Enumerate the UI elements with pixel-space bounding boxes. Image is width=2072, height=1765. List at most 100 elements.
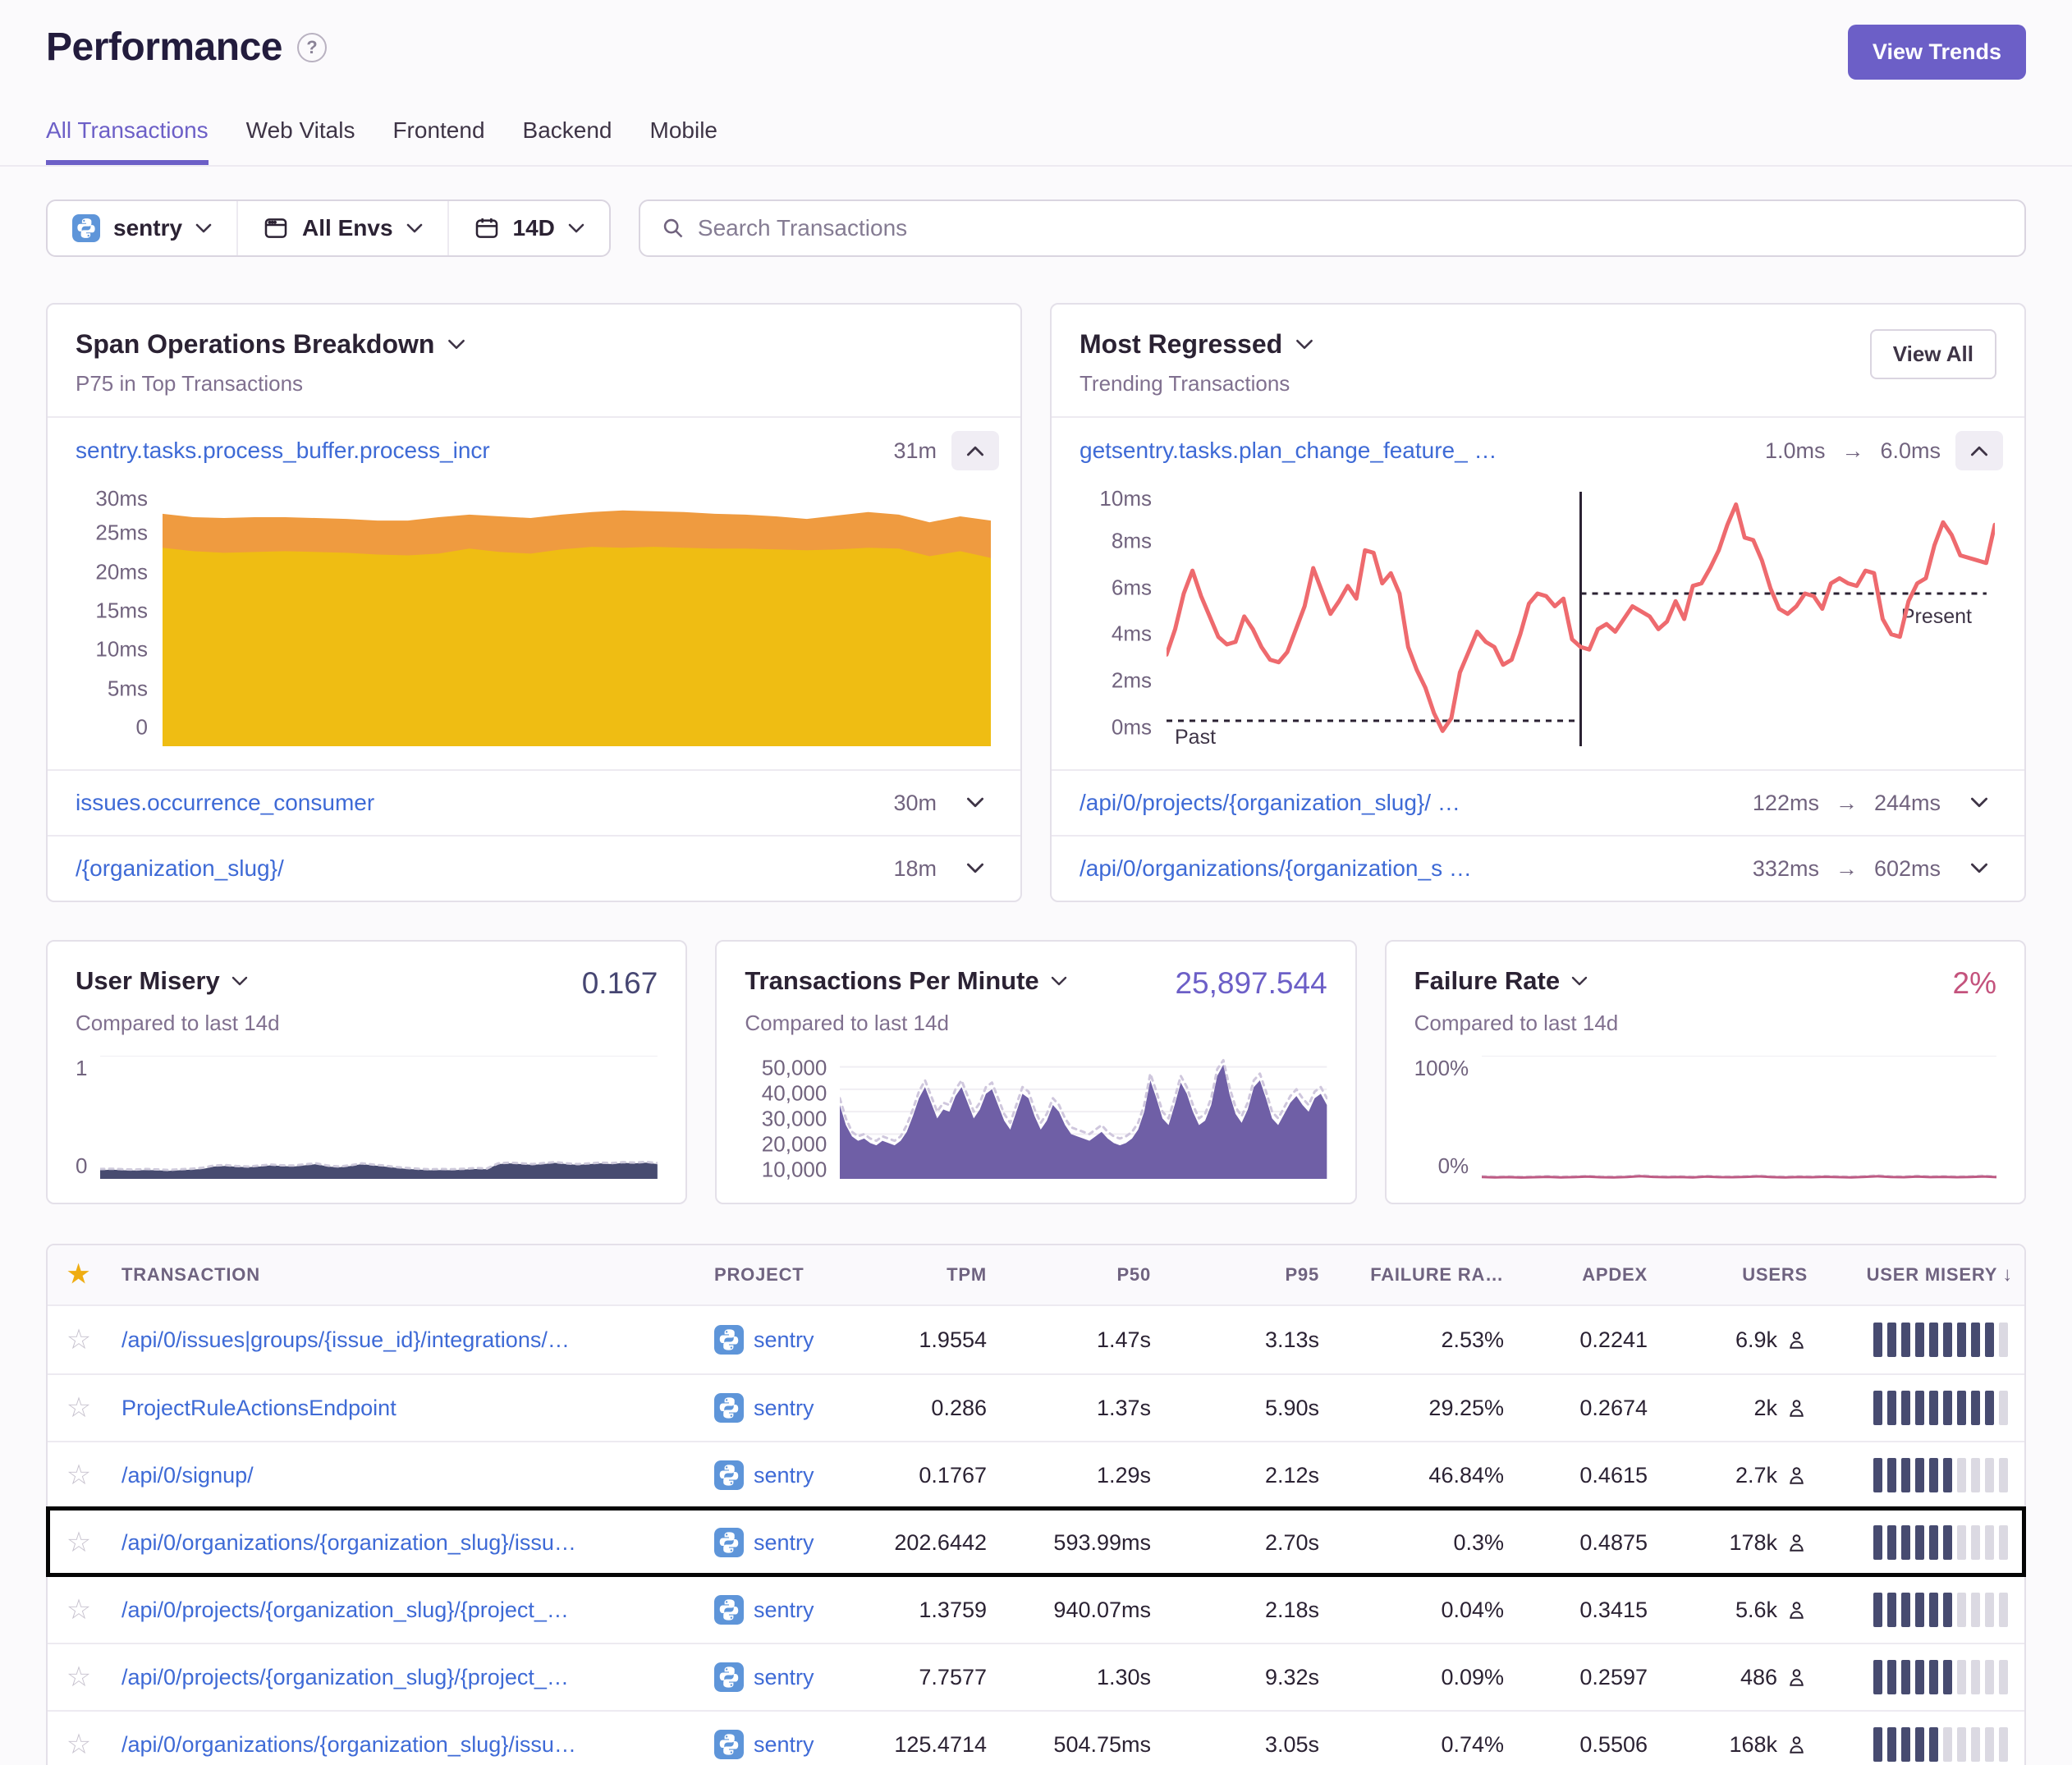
table-row[interactable]: ☆ /api/0/projects/{organization_slug}/{p…	[48, 1643, 2024, 1710]
expand-button[interactable]	[951, 849, 999, 888]
star-icon[interactable]: ☆	[66, 1461, 91, 1489]
misery-bar	[1901, 1660, 1910, 1694]
table-row[interactable]: ☆ /api/0/issues|groups/{issue_id}/integr…	[48, 1306, 2024, 1373]
column-header-transaction[interactable]: TRANSACTION	[110, 1264, 703, 1286]
p50-value: 1.37s	[998, 1396, 1162, 1421]
tab-frontend[interactable]: Frontend	[392, 117, 484, 165]
chevron-down-icon	[1295, 339, 1313, 351]
transaction-link[interactable]: ProjectRuleActionsEndpoint	[110, 1396, 703, 1421]
date-range-filter[interactable]: 14D	[447, 201, 609, 255]
view-all-button[interactable]: View All	[1870, 329, 1996, 379]
project-link[interactable]: sentry	[703, 1595, 875, 1625]
tpm-plot	[840, 1056, 1327, 1179]
star-header-icon[interactable]: ★	[67, 1263, 90, 1287]
most-regressed-title-dropdown[interactable]: Most Regressed	[1080, 329, 1996, 360]
failure-rate-title-dropdown[interactable]: Failure Rate	[1414, 966, 1588, 996]
tpm-title-dropdown[interactable]: Transactions Per Minute	[745, 966, 1066, 996]
span-op-link[interactable]: sentry.tasks.process_buffer.process_incr	[76, 438, 490, 464]
misery-bar	[1985, 1727, 1994, 1762]
span-ops-item-2: /{organization_slug}/ 18m	[48, 835, 1020, 901]
transaction-link[interactable]: /api/0/projects/{organization_slug}/{pro…	[110, 1598, 703, 1623]
collapse-button[interactable]	[1955, 431, 2003, 470]
expand-button[interactable]	[1955, 849, 2003, 888]
users-count: 5.6k	[1735, 1598, 1777, 1623]
failure-rate-subtitle: Compared to last 14d	[1414, 1011, 1996, 1036]
user-misery-subtitle: Compared to last 14d	[76, 1011, 658, 1036]
column-header-p50[interactable]: P50	[998, 1264, 1162, 1286]
misery-bar	[1957, 1593, 1966, 1627]
tpm-value: 7.7577	[875, 1665, 998, 1690]
project-name: sentry	[754, 1327, 814, 1353]
chevron-down-icon	[231, 976, 248, 987]
column-header-apdex[interactable]: APDEX	[1515, 1264, 1659, 1286]
environment-filter[interactable]: All Envs	[236, 201, 447, 255]
column-header-tpm[interactable]: TPM	[875, 1264, 998, 1286]
star-icon[interactable]: ☆	[66, 1394, 91, 1422]
column-header-failure-rate[interactable]: FAILURE RA…	[1331, 1264, 1515, 1286]
column-header-project[interactable]: PROJECT	[703, 1264, 875, 1286]
header-divider	[0, 165, 2072, 167]
tab-all-transactions[interactable]: All Transactions	[46, 117, 209, 165]
star-icon[interactable]: ☆	[66, 1731, 91, 1758]
project-filter[interactable]: sentry	[48, 201, 236, 255]
misery-bar	[1929, 1727, 1938, 1762]
misery-bar	[1887, 1727, 1896, 1762]
failure-rate-value: 0.74%	[1331, 1732, 1515, 1758]
apdex-value: 0.2597	[1515, 1665, 1659, 1690]
misery-bar	[1915, 1727, 1924, 1762]
regression-from: 122ms	[1753, 791, 1819, 816]
collapse-button[interactable]	[951, 431, 999, 470]
failure-rate-plot	[1482, 1056, 1996, 1179]
project-link[interactable]: sentry	[703, 1528, 875, 1557]
column-header-p95[interactable]: P95	[1162, 1264, 1331, 1286]
column-header-user-misery[interactable]: USER MISERY↓	[1819, 1263, 2024, 1286]
project-link[interactable]: sentry	[703, 1325, 875, 1355]
expand-button[interactable]	[951, 783, 999, 823]
tab-mobile[interactable]: Mobile	[650, 117, 717, 165]
misery-bar	[1901, 1391, 1910, 1425]
star-icon[interactable]: ☆	[66, 1596, 91, 1624]
span-op-link[interactable]: issues.occurrence_consumer	[76, 790, 374, 816]
help-icon[interactable]: ?	[297, 33, 327, 62]
expand-button[interactable]	[1955, 783, 2003, 823]
most-regressed-panel: Most Regressed Trending Transactions Vie…	[1050, 303, 2026, 902]
project-link[interactable]: sentry	[703, 1393, 875, 1423]
table-row[interactable]: ☆ /api/0/projects/{organization_slug}/{p…	[48, 1575, 2024, 1643]
star-icon[interactable]: ☆	[66, 1529, 91, 1556]
project-link[interactable]: sentry	[703, 1460, 875, 1490]
misery-bar	[1887, 1323, 1896, 1357]
failure-rate-value: 0.09%	[1331, 1665, 1515, 1690]
table-row[interactable]: ☆ /api/0/organizations/{organization_slu…	[48, 1508, 2024, 1575]
transaction-link[interactable]: /api/0/organizations/{organization_slug}…	[110, 1732, 703, 1758]
user-misery-title-dropdown[interactable]: User Misery	[76, 966, 248, 996]
transaction-link[interactable]: /api/0/signup/	[110, 1463, 703, 1488]
tab-backend[interactable]: Backend	[523, 117, 612, 165]
table-row[interactable]: ☆ /api/0/organizations/{organization_slu…	[48, 1710, 2024, 1765]
environment-filter-label: All Envs	[302, 215, 392, 241]
regressed-transaction-link[interactable]: /api/0/projects/{organization_slug}/ …	[1080, 790, 1460, 816]
table-row[interactable]: ☆ /api/0/signup/ sentry 0.1767 1.29s 2.1…	[48, 1441, 2024, 1508]
python-project-icon	[714, 1393, 744, 1423]
tpm-value: 25,897.544	[1175, 966, 1327, 1001]
misery-bar	[1943, 1593, 1952, 1627]
project-link[interactable]: sentry	[703, 1730, 875, 1759]
search-input[interactable]	[698, 215, 2003, 241]
span-ops-title-dropdown[interactable]: Span Operations Breakdown	[76, 329, 992, 360]
transaction-link[interactable]: /api/0/issues|groups/{issue_id}/integrat…	[110, 1327, 703, 1353]
tab-web-vitals[interactable]: Web Vitals	[246, 117, 355, 165]
regressed-transaction-link[interactable]: /api/0/organizations/{organization_s …	[1080, 855, 1472, 882]
failure-rate-value: 46.84%	[1331, 1463, 1515, 1488]
view-trends-button[interactable]: View Trends	[1848, 25, 2026, 80]
regressed-transaction-link[interactable]: getsentry.tasks.plan_change_feature_ …	[1080, 438, 1497, 464]
span-op-link[interactable]: /{organization_slug}/	[76, 855, 284, 882]
transaction-link[interactable]: /api/0/organizations/{organization_slug}…	[110, 1530, 703, 1556]
column-header-users[interactable]: USERS	[1659, 1264, 1819, 1286]
star-icon[interactable]: ☆	[66, 1326, 91, 1354]
table-row[interactable]: ☆ ProjectRuleActionsEndpoint sentry 0.28…	[48, 1373, 2024, 1441]
span-ops-item-1: issues.occurrence_consumer 30m	[48, 769, 1020, 835]
p50-value: 504.75ms	[998, 1732, 1162, 1758]
search-transactions-box[interactable]	[639, 199, 2026, 257]
project-link[interactable]: sentry	[703, 1662, 875, 1692]
transaction-link[interactable]: /api/0/projects/{organization_slug}/{pro…	[110, 1665, 703, 1690]
star-icon[interactable]: ☆	[66, 1663, 91, 1691]
